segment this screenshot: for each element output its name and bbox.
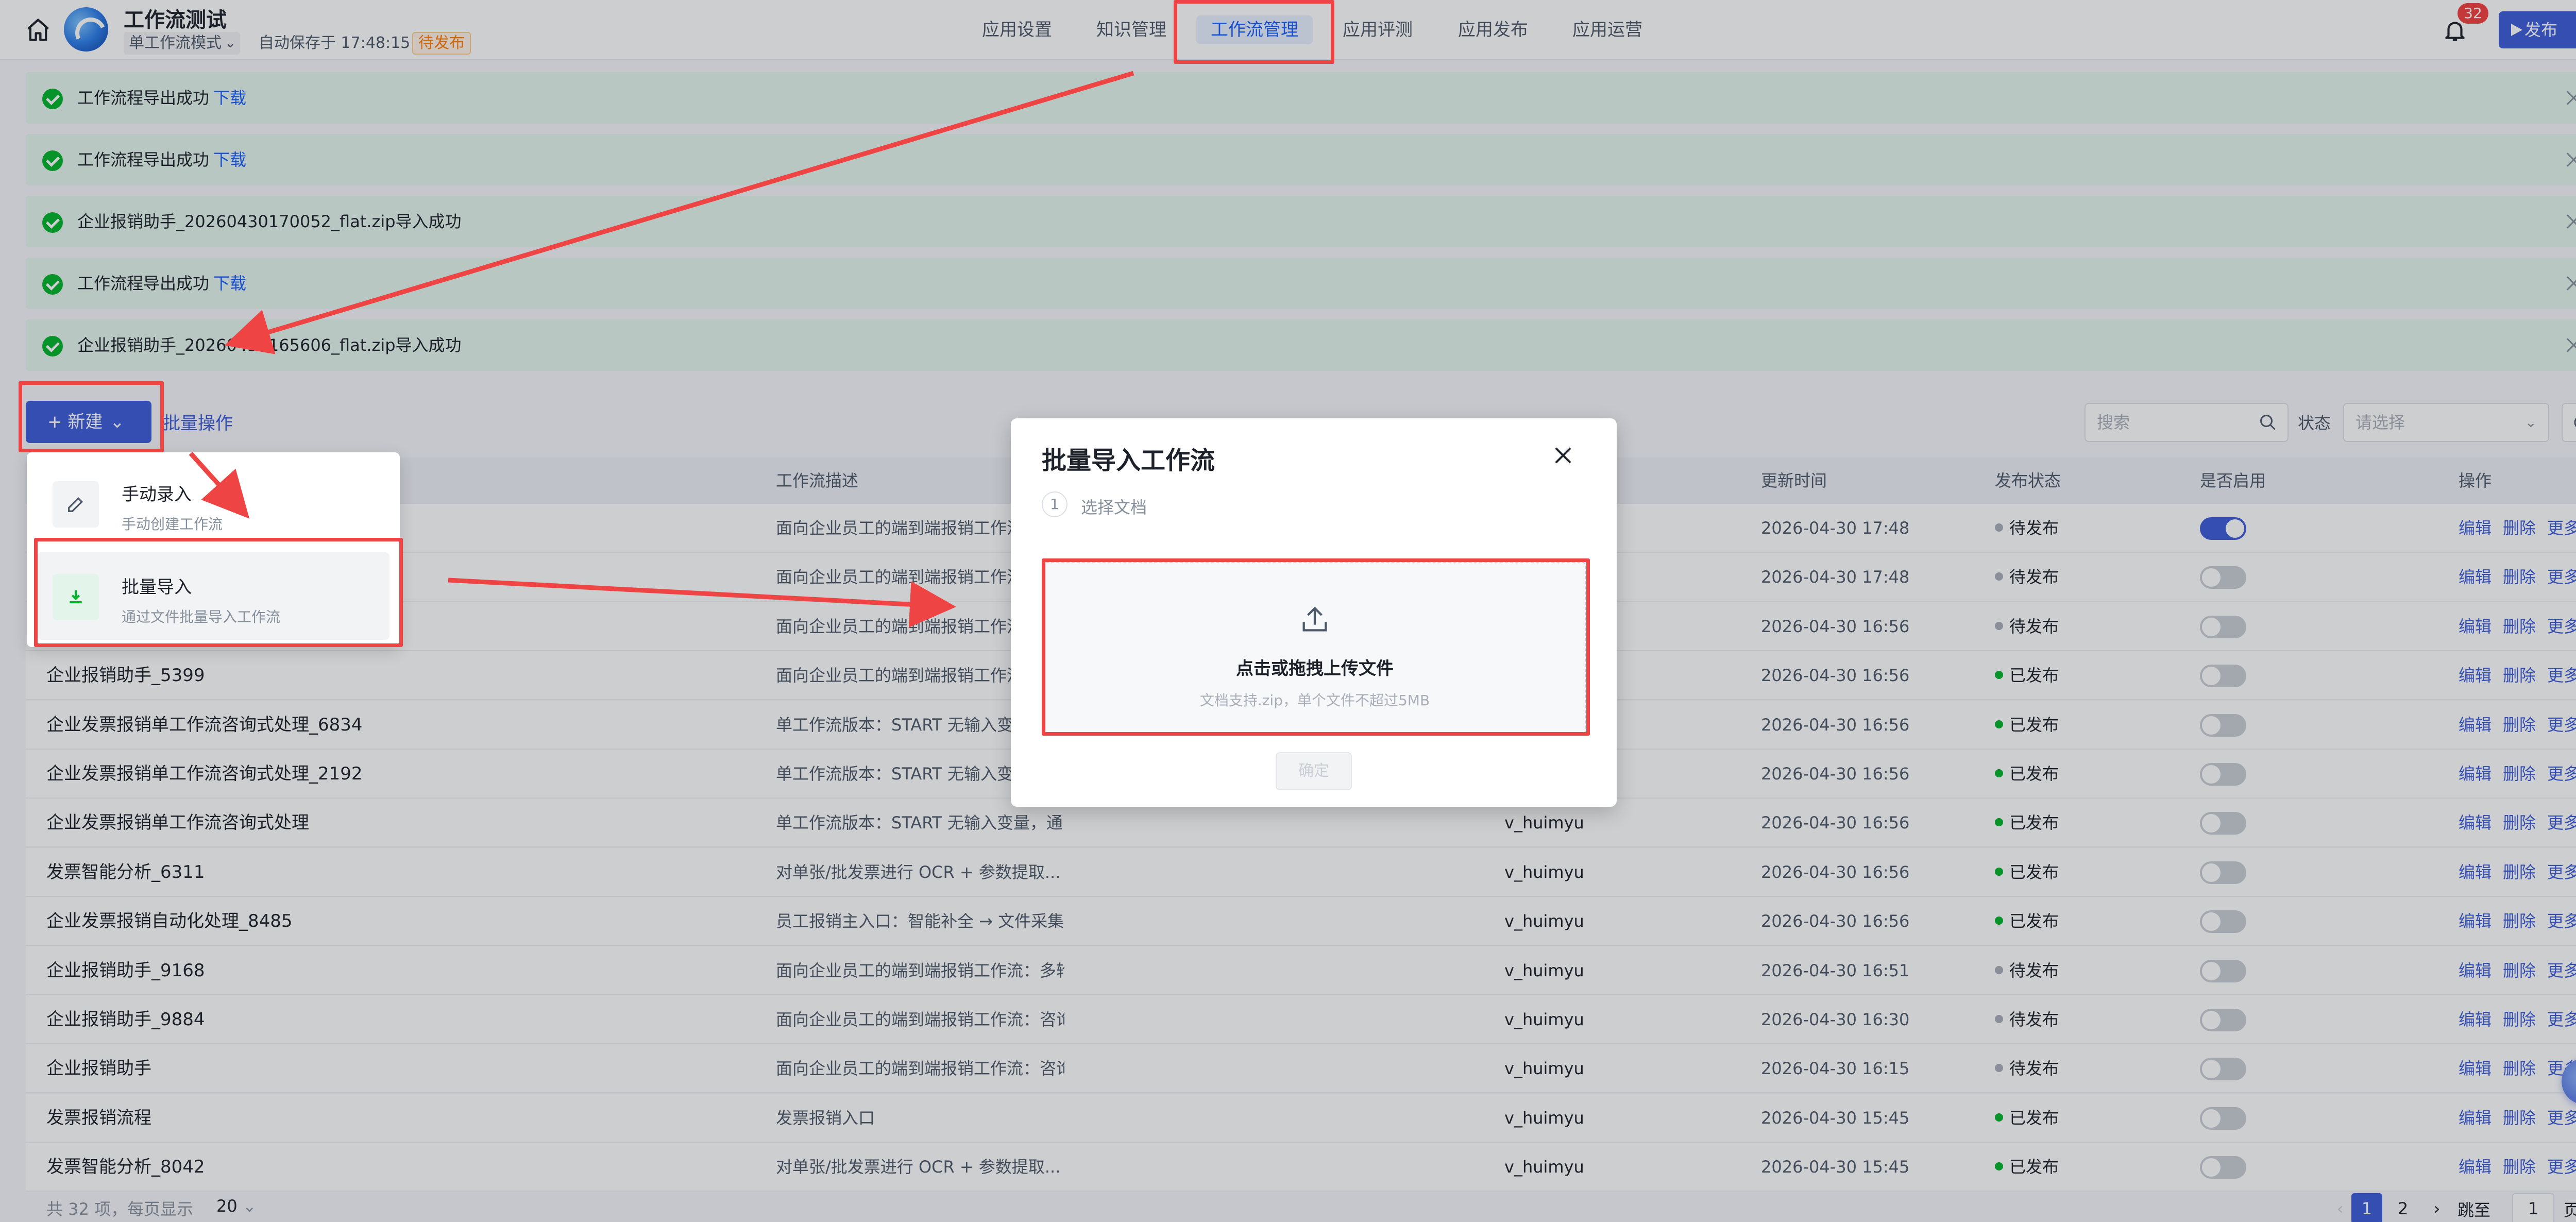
step-label: 选择文档 — [1081, 498, 1147, 517]
step-number: 1 — [1042, 491, 1067, 517]
modal-title: 批量导入工作流 — [1042, 446, 1215, 475]
annotation-highlight-box — [1174, 0, 1334, 64]
close-icon[interactable] — [1553, 445, 1573, 466]
annotation-highlight-box — [19, 381, 164, 452]
confirm-button[interactable]: 确定 — [1276, 752, 1352, 790]
menu-item-manual-entry[interactable]: 手动录入 手动创建工作流 — [37, 460, 389, 547]
pencil-icon — [53, 481, 99, 528]
annotation-highlight-box — [1042, 558, 1590, 736]
menu-item-title: 手动录入 — [122, 484, 192, 505]
menu-item-subtitle: 手动创建工作流 — [122, 516, 223, 533]
annotation-highlight-box — [34, 538, 403, 647]
